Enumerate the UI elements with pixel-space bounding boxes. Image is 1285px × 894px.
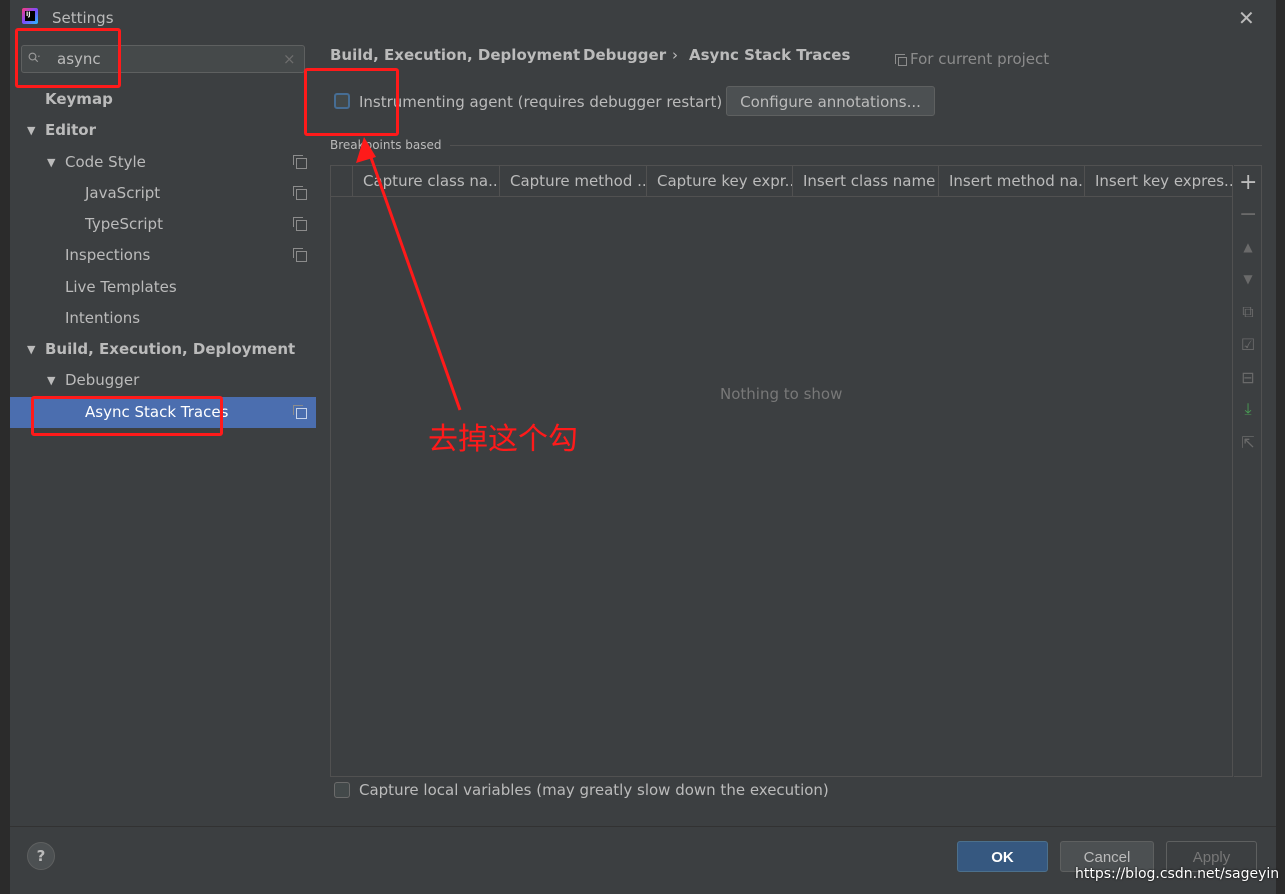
annotation-arrow xyxy=(356,137,462,411)
background-editor-edge-right xyxy=(1276,0,1285,894)
ok-button[interactable]: OK xyxy=(957,841,1048,872)
copy-icon[interactable]: ⧉ xyxy=(1239,302,1257,322)
move-down-icon[interactable]: ▼ xyxy=(1239,272,1257,286)
clear-search-icon[interactable]: × xyxy=(283,50,296,68)
configure-annotations-button[interactable]: Configure annotations... xyxy=(726,86,935,116)
sidebar-item-javascript[interactable]: JavaScript xyxy=(85,184,160,202)
project-scope-icon xyxy=(293,186,307,200)
project-scope-icon xyxy=(293,155,307,169)
expand-triangle-icon[interactable]: ▼ xyxy=(27,343,35,356)
table-toolbar xyxy=(1234,165,1262,777)
expand-triangle-icon[interactable]: ▼ xyxy=(47,374,55,387)
collapse-icon[interactable]: ⊟ xyxy=(1239,368,1257,387)
remove-icon[interactable]: − xyxy=(1239,204,1257,226)
sidebar-item-inspections[interactable]: Inspections xyxy=(65,246,150,264)
move-up-icon[interactable]: ▲ xyxy=(1239,240,1257,254)
check-icon[interactable]: ☑ xyxy=(1239,335,1257,354)
annotation-box-selected-item xyxy=(31,396,223,436)
help-button[interactable]: ? xyxy=(27,842,55,870)
title-bar xyxy=(10,0,1276,36)
breadcrumb-separator: › xyxy=(566,46,572,64)
watermark: https://blog.csdn.net/sageyin xyxy=(1075,866,1280,882)
project-scope-icon xyxy=(293,217,307,231)
project-scope-icon xyxy=(895,54,907,66)
close-icon[interactable]: ✕ xyxy=(1238,6,1255,30)
section-divider xyxy=(450,145,1262,146)
column-header[interactable]: Capture method ... xyxy=(499,166,646,197)
project-scope-icon xyxy=(293,248,307,262)
capture-local-variables-label[interactable]: Capture local variables (may greatly slo… xyxy=(359,781,829,799)
breadcrumb-item: Debugger xyxy=(583,46,667,64)
empty-table-text: Nothing to show xyxy=(720,385,843,403)
annotation-box-checkbox xyxy=(304,68,399,136)
intellij-logo-icon: IJ xyxy=(22,8,38,24)
import-icon[interactable]: ⤓ xyxy=(1239,399,1257,419)
breadcrumb-separator: › xyxy=(672,46,678,64)
breadcrumb-item: Async Stack Traces xyxy=(689,46,851,64)
column-header[interactable]: Capture key expr... xyxy=(646,166,792,197)
window-title: Settings xyxy=(52,9,114,27)
sidebar-item-typescript[interactable]: TypeScript xyxy=(85,215,163,233)
capture-local-variables-checkbox[interactable] xyxy=(334,782,350,798)
annotation-note: 去掉这个勾 xyxy=(428,422,578,457)
column-header[interactable]: Insert class name xyxy=(792,166,938,197)
expand-triangle-icon[interactable]: ▼ xyxy=(27,124,35,137)
sidebar-item-build-execution-deployment[interactable]: Build, Execution, Deployment xyxy=(45,340,295,358)
sidebar-item-live-templates[interactable]: Live Templates xyxy=(65,278,177,296)
add-icon[interactable]: + xyxy=(1239,172,1257,194)
project-scope-icon xyxy=(293,405,307,419)
export-icon[interactable]: ⇱ xyxy=(1239,433,1257,452)
column-header[interactable]: Insert method na... xyxy=(938,166,1084,197)
annotation-box-search xyxy=(15,28,121,88)
breadcrumb-item: Build, Execution, Deployment xyxy=(330,46,581,64)
background-editor-edge xyxy=(0,0,10,894)
sidebar-item-intentions[interactable]: Intentions xyxy=(65,309,140,327)
instrumenting-agent-label[interactable]: Instrumenting agent (requires debugger r… xyxy=(359,93,722,111)
expand-triangle-icon[interactable]: ▼ xyxy=(47,156,55,169)
sidebar-item-code-style[interactable]: Code Style xyxy=(65,153,146,171)
sidebar-item-debugger[interactable]: Debugger xyxy=(65,371,139,389)
sidebar-item-keymap[interactable]: Keymap xyxy=(45,90,113,108)
scope-label: For current project xyxy=(910,50,1050,68)
sidebar-item-editor[interactable]: Editor xyxy=(45,121,96,139)
column-header[interactable]: Insert key expres... xyxy=(1084,166,1232,197)
